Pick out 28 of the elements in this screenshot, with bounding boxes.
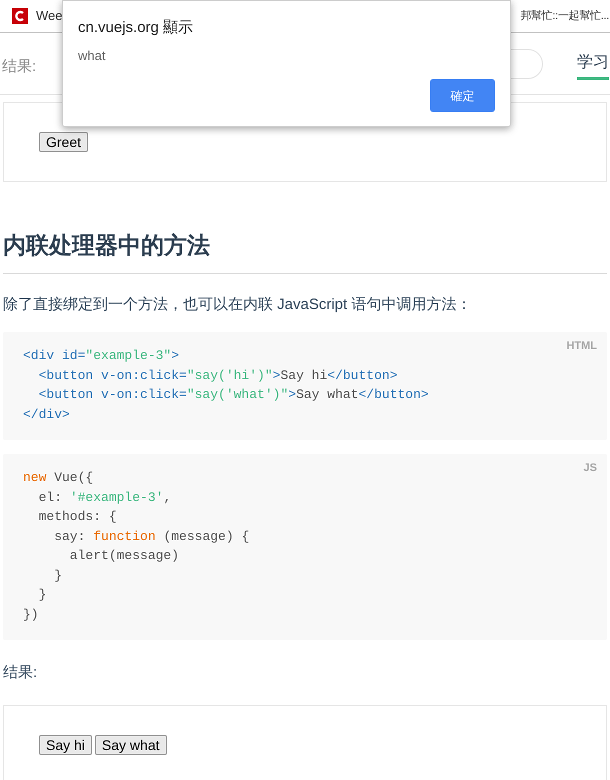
- language-label: JS: [584, 461, 597, 476]
- demo-button[interactable]: Say what: [94, 734, 167, 754]
- code-line: methods: {: [38, 508, 118, 526]
- demo-button[interactable]: Greet: [39, 132, 88, 152]
- nav-link[interactable]: 学习: [577, 51, 609, 80]
- code-line: <div id="example-3">: [23, 347, 180, 365]
- header-label: 结果:: [2, 57, 36, 78]
- body-paragraph: 除了直接绑定到一个方法，也可以在内联 JavaScript 语句中调用方法：: [3, 294, 472, 314]
- code-line: <button v-on:click="say('hi')">Say hi</button>: [38, 366, 398, 384]
- result-label: 结果:: [3, 663, 38, 683]
- code-line: el: '#example-3',: [38, 488, 172, 506]
- code-line: }): [23, 606, 40, 624]
- dialog-title: cn.vuejs.org 顯示: [78, 18, 194, 38]
- code-line: say: function (message) {: [53, 528, 250, 546]
- logo-icon: [12, 8, 28, 24]
- dialog-message: what: [78, 47, 106, 65]
- code-line: alert(message): [68, 547, 180, 565]
- language-label: HTML: [566, 339, 597, 354]
- code-line: new Vue({: [23, 469, 94, 487]
- code-line: }: [38, 586, 48, 604]
- ok-button[interactable]: 確定: [430, 79, 495, 112]
- tab-title[interactable]: Wee: [36, 6, 62, 26]
- bookmark-link[interactable]: 邦幫忙::一起幫忙...: [520, 8, 609, 24]
- code-line: <button v-on:click="say('what')">Say what</button>: [38, 386, 430, 404]
- code-line: }: [53, 566, 64, 584]
- code-line: </div>: [23, 406, 71, 424]
- demo-button[interactable]: Say hi: [39, 734, 92, 754]
- section-heading: 内联处理器中的方法: [3, 228, 607, 274]
